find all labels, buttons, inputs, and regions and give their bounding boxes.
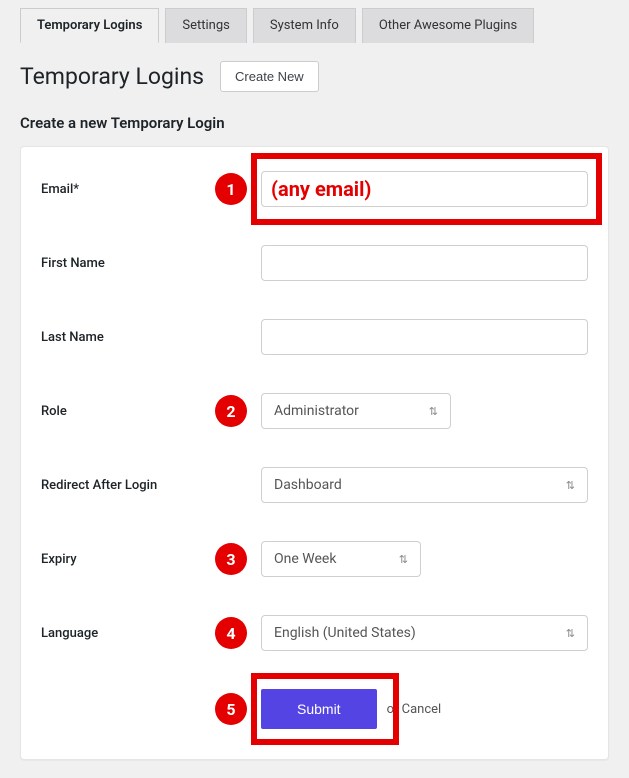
sub-heading: Create a new Temporary Login [20,114,609,132]
callout-1: 1 [215,173,247,205]
redirect-value: Dashboard [274,477,342,493]
language-select[interactable]: English (United States) ⇅ [261,615,588,651]
form-card: Email* 1 (any email) First Name Last Nam… [20,146,609,760]
callout-4: 4 [215,617,247,649]
expiry-label: Expiry [41,552,77,567]
submit-button[interactable]: Submit [261,689,377,729]
tab-system-info[interactable]: System Info [253,8,356,43]
chevron-updown-icon: ⇅ [429,406,438,417]
page-header: Temporary Logins Create New [20,61,609,92]
chevron-updown-icon: ⇅ [566,480,575,491]
last-name-label: Last Name [41,330,104,345]
tab-settings[interactable]: Settings [165,8,246,43]
chevron-updown-icon: ⇅ [399,554,408,565]
tabs-bar: Temporary Logins Settings System Info Ot… [0,0,629,43]
callout-5: 5 [215,693,247,725]
role-label: Role [41,404,67,419]
tab-other-plugins[interactable]: Other Awesome Plugins [362,8,534,43]
expiry-select[interactable]: One Week ⇅ [261,541,421,577]
redirect-label: Redirect After Login [41,478,157,493]
create-new-button[interactable]: Create New [220,61,319,92]
first-name-field[interactable] [261,245,588,281]
cancel-link[interactable]: Cancel [402,702,442,717]
first-name-label: First Name [41,256,105,271]
language-value: English (United States) [274,625,416,641]
callout-2: 2 [215,395,247,427]
email-field[interactable] [261,171,588,207]
or-text: or [387,702,402,717]
or-cancel-text: or Cancel [387,702,442,717]
chevron-updown-icon: ⇅ [566,628,575,639]
callout-3: 3 [215,543,247,575]
role-value: Administrator [274,403,359,419]
page-title: Temporary Logins [20,63,204,90]
tab-temporary-logins[interactable]: Temporary Logins [20,8,159,43]
last-name-field[interactable] [261,319,588,355]
email-label: Email* [41,182,79,197]
expiry-value: One Week [274,551,336,567]
redirect-select[interactable]: Dashboard ⇅ [261,467,588,503]
role-select[interactable]: Administrator ⇅ [261,393,451,429]
language-label: Language [41,626,98,641]
